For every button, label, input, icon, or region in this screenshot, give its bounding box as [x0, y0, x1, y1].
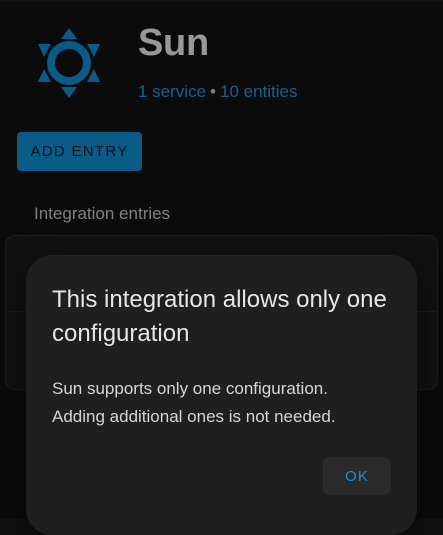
ok-button[interactable]: OK	[323, 457, 391, 495]
dialog-body-line: Adding additional ones is not needed.	[52, 407, 336, 426]
dialog-body: Sun supports only one configuration. Add…	[52, 375, 402, 431]
single-config-dialog: This integration allows only one configu…	[26, 255, 417, 535]
dialog-title: This integration allows only one configu…	[52, 286, 387, 347]
dialog-body-line: Sun supports only one configuration.	[52, 379, 328, 398]
